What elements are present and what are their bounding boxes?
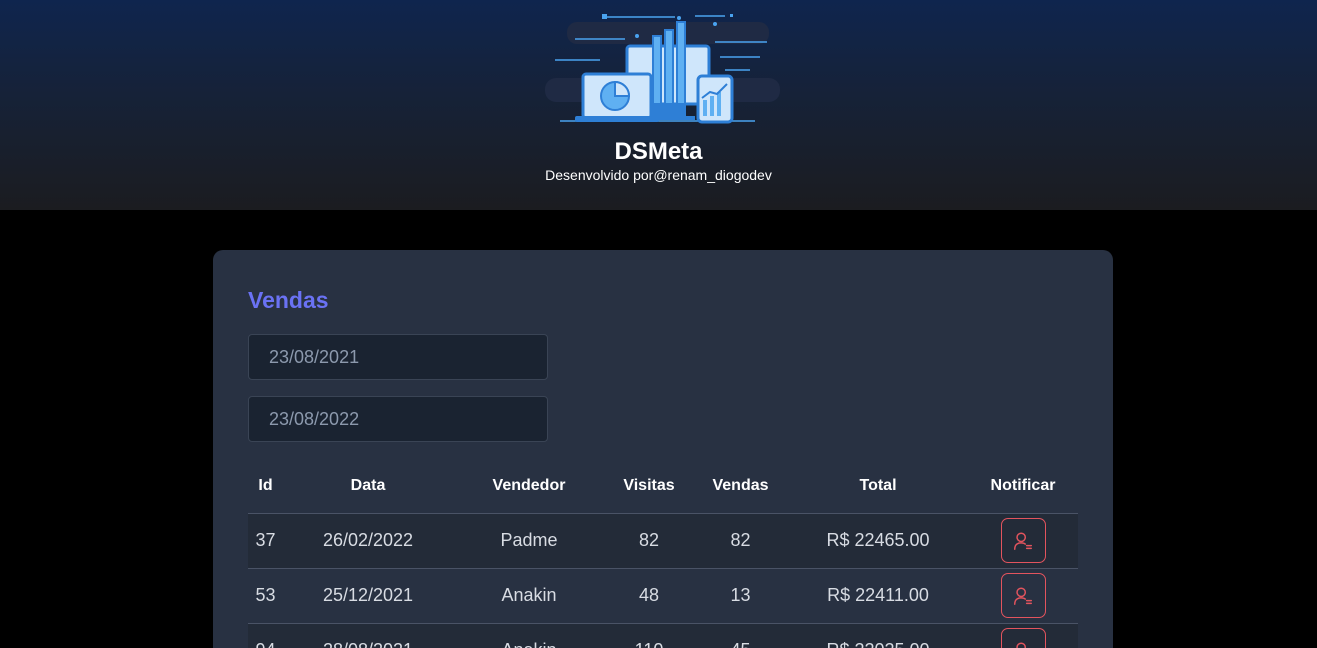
cell-date: 26/02/2022: [283, 512, 453, 568]
column-header-total: Total: [859, 477, 897, 495]
cell-total: R$ 22025.00: [788, 622, 968, 648]
column-header-notify: Notificar: [990, 477, 1056, 495]
app-subtitle: Desenvolvido por@renam_diogodev: [545, 167, 772, 183]
sales-card: Vendas Id Data Vendedor Visitas Vendas T…: [213, 250, 1113, 648]
cell-id: 94: [248, 622, 283, 648]
notification-user-icon: [1016, 642, 1027, 648]
column-header-id: Id: [258, 477, 273, 495]
app-header: DSMeta Desenvolvido por@renam_diogodev: [0, 0, 1317, 210]
cell-deals: 82: [693, 512, 788, 568]
min-date-input[interactable]: [248, 334, 548, 380]
cell-id: 53: [248, 567, 283, 623]
cell-total: R$ 22465.00: [788, 512, 968, 568]
cell-seller: Anakin: [453, 567, 605, 623]
cell-seller: Anakin: [453, 622, 605, 648]
column-header-deals: Vendas: [712, 477, 769, 495]
notify-button[interactable]: [1000, 573, 1046, 618]
cell-id: 37: [248, 512, 283, 568]
table-row: 37 26/02/2022 Padme 82 82 R$ 22465.00: [248, 512, 1078, 568]
notification-user-icon: [1014, 531, 1032, 550]
cell-total: R$ 22411.00: [788, 567, 968, 623]
notify-button[interactable]: [1000, 628, 1046, 648]
column-header-date: Data: [350, 477, 386, 495]
sales-title: Vendas: [248, 287, 329, 313]
cell-seller: Padme: [453, 512, 605, 568]
table-row: 53 25/12/2021 Anakin 48 13 R$ 22411.00: [248, 567, 1078, 623]
cell-notify: [968, 622, 1078, 648]
notify-button[interactable]: [1000, 518, 1046, 563]
cell-notify: [968, 512, 1078, 568]
column-header-visits: Visitas: [623, 477, 675, 495]
cell-date: 28/08/2021: [283, 622, 453, 648]
cell-visits: 48: [605, 567, 693, 623]
notification-user-icon: [1014, 586, 1032, 605]
cell-deals: 13: [693, 567, 788, 623]
cell-visits: 82: [605, 512, 693, 568]
cell-visits: 110: [605, 622, 693, 648]
sales-table: Id Data Vendedor Visitas Vendas Total No…: [248, 460, 1078, 648]
dashboard-devices-logo-icon: [545, 14, 780, 124]
app-title: DSMeta: [614, 138, 703, 165]
table-row: 94 28/08/2021 Anakin 110 45 R$ 22025.00: [248, 622, 1078, 648]
cell-date: 25/12/2021: [283, 567, 453, 623]
column-header-seller: Vendedor: [492, 477, 566, 495]
max-date-input[interactable]: [248, 396, 548, 442]
cell-deals: 45: [693, 622, 788, 648]
cell-notify: [968, 567, 1078, 623]
table-header-row: Id Data Vendedor Visitas Vendas Total No…: [248, 460, 1078, 513]
